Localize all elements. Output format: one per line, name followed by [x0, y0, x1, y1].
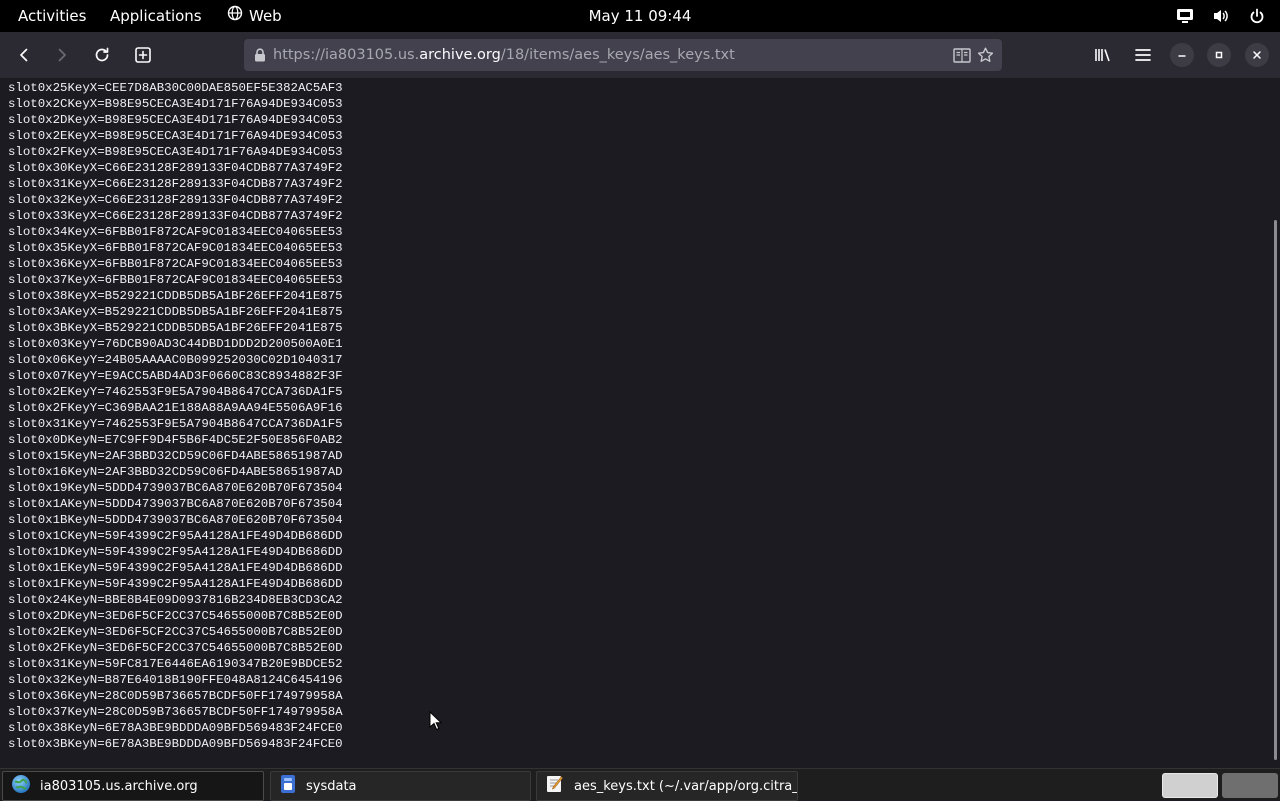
power-icon[interactable]: [1248, 7, 1266, 25]
bookmark-star-icon[interactable]: [976, 47, 994, 63]
close-button[interactable]: [1245, 43, 1269, 67]
text-line: slot0x32KeyX=C66E23128F289133F04CDB877A3…: [8, 193, 343, 207]
text-line: slot0x1FKeyN=59F4399C2F95A4128A1FE49D4DB…: [8, 577, 343, 591]
text-line: slot0x32KeyN=B87E64018B190FFE048A8124C64…: [8, 673, 343, 687]
text-line: slot0x2FKeyY=C369BAA21E188A88A9AA94E5506…: [8, 401, 343, 415]
page-content: slot0x25KeyX=CEE7D8AB30C00DAE850EF5E382A…: [0, 78, 1280, 768]
text-line: slot0x2DKeyX=B98E95CECA3E4D171F76A94DE93…: [8, 113, 343, 127]
web-app-label: Web: [249, 7, 282, 25]
text-line: slot0x33KeyX=C66E23128F289133F04CDB877A3…: [8, 209, 343, 223]
text-line: slot0x3AKeyX=B529221CDDB5DB5A1BF26EFF204…: [8, 305, 343, 319]
minimize-button[interactable]: [1170, 43, 1194, 67]
browser-toolbar: https://ia803105.us.archive.org/18/items…: [0, 32, 1280, 78]
text-line: slot0x38KeyN=6E78A3BE9BDDDA09BFD569483F2…: [8, 721, 343, 735]
library-icon: [1095, 49, 1110, 62]
taskbar-item-label: sysdata: [306, 778, 357, 794]
close-icon: [1253, 51, 1261, 59]
text-line: slot0x24KeyN=BBE8B4E09D0937816B234D8EB3C…: [8, 593, 343, 607]
workspace-2[interactable]: [1222, 773, 1278, 798]
text-line: slot0x31KeyY=7462553F9E5A7904B8647CCA736…: [8, 417, 343, 431]
back-button[interactable]: [10, 41, 38, 69]
taskbar-item-editor[interactable]: aes_keys.txt (~/.var/app/org.citra_...: [536, 771, 798, 801]
taskbar-item-sysdata[interactable]: sysdata: [270, 771, 531, 801]
taskbar: ia803105.us.archive.org sysdata aes_keys…: [0, 768, 1280, 801]
forward-arrow-icon: [58, 48, 66, 62]
text-line: slot0x31KeyX=C66E23128F289133F04CDB877A3…: [8, 177, 343, 191]
system-tray[interactable]: [1176, 0, 1266, 32]
text-line: slot0x07KeyY=E9ACC5ABD4AD3F0660C83C89348…: [8, 369, 343, 383]
text-line: slot0x34KeyX=6FBB01F872CAF9C01834EEC0406…: [8, 225, 343, 239]
text-line: slot0x03KeyY=76DCB90AD3C44DBD1DDD2D20050…: [8, 337, 343, 351]
text-line: slot0x16KeyN=2AF3BBD32CD59C06FD4ABE58651…: [8, 465, 343, 479]
text-line: slot0x3BKeyN=6E78A3BE9BDDDA09BFD569483F2…: [8, 737, 343, 751]
applications-menu[interactable]: Applications: [110, 0, 202, 32]
reload-button[interactable]: [88, 41, 116, 69]
text-line: slot0x1CKeyN=59F4399C2F95A4128A1FE49D4DB…: [8, 529, 343, 543]
screen-share-icon[interactable]: [1176, 7, 1194, 25]
maximize-button[interactable]: [1207, 43, 1231, 67]
taskbar-item-label: ia803105.us.archive.org: [40, 778, 198, 794]
activities-button[interactable]: Activities: [18, 0, 86, 32]
plain-text-document: slot0x25KeyX=CEE7D8AB30C00DAE850EF5E382A…: [8, 80, 343, 752]
vertical-scrollbar[interactable]: [1274, 220, 1277, 760]
lock-icon[interactable]: [254, 48, 266, 66]
minimize-icon: [1178, 55, 1186, 57]
clock-label[interactable]: May 11 09:44: [589, 7, 692, 25]
reader-view-icon[interactable]: [953, 47, 971, 63]
menu-button[interactable]: [1129, 41, 1157, 69]
text-line: slot0x30KeyX=C66E23128F289133F04CDB877A3…: [8, 161, 343, 175]
file-manager-icon: [279, 774, 297, 798]
web-app-menu[interactable]: Web: [227, 0, 282, 32]
text-line: slot0x38KeyX=B529221CDDB5DB5A1BF26EFF204…: [8, 289, 343, 303]
text-line: slot0x1DKeyN=59F4399C2F95A4128A1FE49D4DB…: [8, 545, 343, 559]
text-line: slot0x35KeyX=6FBB01F872CAF9C01834EEC0406…: [8, 241, 343, 255]
text-line: slot0x2EKeyN=3ED6F5CF2CC37C54655000B7C8B…: [8, 625, 343, 639]
volume-icon[interactable]: [1212, 7, 1230, 25]
text-editor-icon: [545, 774, 565, 798]
text-line: slot0x2FKeyX=B98E95CECA3E4D171F76A94DE93…: [8, 145, 343, 159]
text-line: slot0x15KeyN=2AF3BBD32CD59C06FD4ABE58651…: [8, 449, 343, 463]
top-bar: Activities Applications Web May 11 09:44: [0, 0, 1280, 32]
text-line: slot0x31KeyN=59FC817E6446EA6190347B20E9B…: [8, 657, 343, 671]
back-arrow-icon: [20, 48, 28, 62]
mouse-cursor-icon: [429, 710, 443, 735]
hamburger-menu-icon: [1135, 49, 1151, 61]
text-line: slot0x1EKeyN=59F4399C2F95A4128A1FE49D4DB…: [8, 561, 343, 575]
text-line: slot0x37KeyN=28C0D59B736657BCDF50FF17497…: [8, 705, 343, 719]
text-line: slot0x3BKeyX=B529221CDDB5DB5A1BF26EFF204…: [8, 321, 343, 335]
text-line: slot0x2EKeyX=B98E95CECA3E4D171F76A94DE93…: [8, 129, 343, 143]
library-button[interactable]: [1089, 41, 1117, 69]
globe-icon: [11, 774, 31, 798]
text-line: slot0x1AKeyN=5DDD4739037BC6A870E620B70F6…: [8, 497, 343, 511]
url-path: /18/items/aes_keys/aes_keys.txt: [500, 47, 735, 63]
reload-icon: [95, 47, 109, 62]
text-line: slot0x0DKeyN=E7C9FF9D4F5B6F4DC5E2F50E856…: [8, 433, 343, 447]
text-line: slot0x06KeyY=24B05AAAAC0B099252030C02D10…: [8, 353, 343, 367]
text-line: slot0x36KeyX=6FBB01F872CAF9C01834EEC0406…: [8, 257, 343, 271]
url-text[interactable]: https://ia803105.us.archive.org/18/items…: [273, 39, 735, 71]
forward-button[interactable]: [48, 41, 76, 69]
text-line: slot0x1BKeyN=5DDD4739037BC6A870E620B70F6…: [8, 513, 343, 527]
text-line: slot0x36KeyN=28C0D59B736657BCDF50FF17497…: [8, 689, 343, 703]
text-line: slot0x37KeyX=6FBB01F872CAF9C01834EEC0406…: [8, 273, 343, 287]
new-tab-icon: [135, 47, 151, 63]
text-line: slot0x2FKeyN=3ED6F5CF2CC37C54655000B7C8B…: [8, 641, 343, 655]
text-line: slot0x2CKeyX=B98E95CECA3E4D171F76A94DE93…: [8, 97, 343, 111]
url-domain: archive.org: [419, 47, 501, 63]
workspace-1[interactable]: [1162, 773, 1218, 798]
taskbar-item-label: aes_keys.txt (~/.var/app/org.citra_...: [574, 778, 798, 794]
globe-icon: [227, 0, 243, 32]
maximize-icon: [1215, 51, 1223, 59]
url-bar[interactable]: https://ia803105.us.archive.org/18/items…: [244, 39, 1002, 71]
text-line: slot0x2DKeyN=3ED6F5CF2CC37C54655000B7C8B…: [8, 609, 343, 623]
text-line: slot0x2EKeyY=7462553F9E5A7904B8647CCA736…: [8, 385, 343, 399]
text-line: slot0x19KeyN=5DDD4739037BC6A870E620B70F6…: [8, 481, 343, 495]
taskbar-item-browser[interactable]: ia803105.us.archive.org: [2, 771, 264, 801]
url-prefix: https://ia803105.us.: [273, 47, 420, 63]
new-tab-button[interactable]: [129, 41, 157, 69]
text-line: slot0x25KeyX=CEE7D8AB30C00DAE850EF5E382A…: [8, 81, 343, 95]
